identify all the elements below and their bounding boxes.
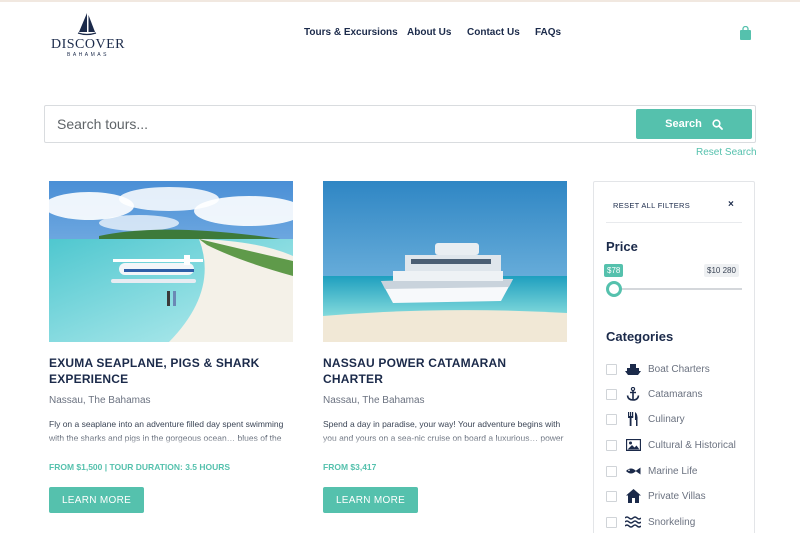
tour-location: Nassau, The Bahamas [323, 395, 425, 406]
category-catamarans[interactable]: Catamarans [606, 387, 702, 401]
tour-price-duration: FROM $1,500 | TOUR DURATION: 3.5 HOURS [49, 462, 231, 472]
search-input[interactable] [45, 106, 633, 142]
learn-more-button[interactable]: LEARN MORE [323, 487, 418, 513]
categories-heading: Categories [606, 329, 674, 344]
nav-contact-us[interactable]: Contact Us [467, 27, 520, 38]
price-slider-handle[interactable] [606, 281, 622, 297]
category-label: Catamarans [648, 388, 703, 400]
utensils-icon [624, 412, 642, 426]
checkbox[interactable] [606, 490, 617, 502]
search-button-label: Search [665, 118, 702, 130]
checkbox[interactable] [606, 439, 617, 451]
close-icon[interactable]: × [728, 199, 734, 210]
reset-search-link[interactable]: Reset Search [696, 147, 757, 158]
price-min-badge: $78 [604, 264, 624, 277]
category-label: Snorkeling [648, 516, 696, 528]
checkbox[interactable] [606, 413, 617, 425]
search-icon [712, 118, 723, 130]
learn-more-button[interactable]: LEARN MORE [49, 487, 144, 513]
category-label: Culinary [648, 413, 685, 425]
category-boat-charters[interactable]: Boat Charters [606, 362, 710, 376]
anchor-icon [624, 387, 642, 401]
sailboat-icon [77, 13, 97, 36]
checkbox[interactable] [606, 516, 617, 528]
tour-description: Fly on a seaplane into an adventure fill… [49, 419, 284, 443]
category-culinary[interactable]: Culinary [606, 412, 685, 426]
tour-title[interactable]: NASSAU POWER CATAMARAN CHARTER [323, 355, 567, 387]
checkbox[interactable] [606, 363, 617, 375]
category-label: Boat Charters [648, 363, 710, 375]
reset-all-filters[interactable]: RESET ALL FILTERS [613, 201, 690, 210]
top-border [0, 0, 800, 2]
search-button[interactable]: Search [636, 109, 752, 139]
image-icon [624, 438, 642, 452]
logo-sub-text: BAHAMAS [67, 52, 109, 58]
price-slider-track[interactable] [612, 288, 742, 290]
ship-icon [624, 362, 642, 376]
category-snorkeling[interactable]: Snorkeling [606, 515, 695, 529]
shopping-bag-icon[interactable] [739, 25, 752, 40]
category-label: Marine Life [648, 465, 698, 477]
tour-image-seaplane[interactable] [49, 181, 293, 342]
tour-price: FROM $3,417 [323, 462, 377, 472]
house-icon [624, 489, 642, 503]
category-label: Private Villas [648, 490, 706, 502]
nav-faqs[interactable]: FAQs [535, 27, 561, 38]
tour-card: NASSAU POWER CATAMARAN CHARTER Nassau, T… [323, 181, 567, 513]
filters-panel: RESET ALL FILTERS × Price $78 $10 280 Ca… [593, 181, 755, 533]
logo-main-text: DISCOVER [50, 37, 125, 52]
tour-description: Spend a day in paradise, your way! Your … [323, 419, 564, 443]
category-marine-life[interactable]: Marine Life [606, 464, 697, 478]
search-bar: Search [44, 105, 756, 143]
water-icon [624, 515, 642, 529]
nav-about-us[interactable]: About Us [407, 27, 451, 38]
category-label: Cultural & Historical [648, 439, 736, 451]
logo[interactable]: DISCOVER BAHAMAS [48, 12, 128, 58]
fish-icon [624, 464, 642, 478]
tour-location: Nassau, The Bahamas [49, 395, 151, 406]
tour-image-catamaran[interactable] [323, 181, 567, 342]
category-private-villas[interactable]: Private Villas [606, 489, 706, 503]
price-max-badge: $10 280 [704, 264, 739, 277]
tour-card: EXUMA SEAPLANE, PIGS & SHARK EXPERIENCE … [49, 181, 293, 513]
category-cultural-historical[interactable]: Cultural & Historical [606, 438, 736, 452]
nav-tours-excursions[interactable]: Tours & Excursions [304, 27, 398, 38]
price-heading: Price [606, 239, 638, 254]
divider [606, 222, 742, 223]
tour-title[interactable]: EXUMA SEAPLANE, PIGS & SHARK EXPERIENCE [49, 355, 293, 387]
checkbox[interactable] [606, 388, 617, 400]
checkbox[interactable] [606, 465, 617, 477]
